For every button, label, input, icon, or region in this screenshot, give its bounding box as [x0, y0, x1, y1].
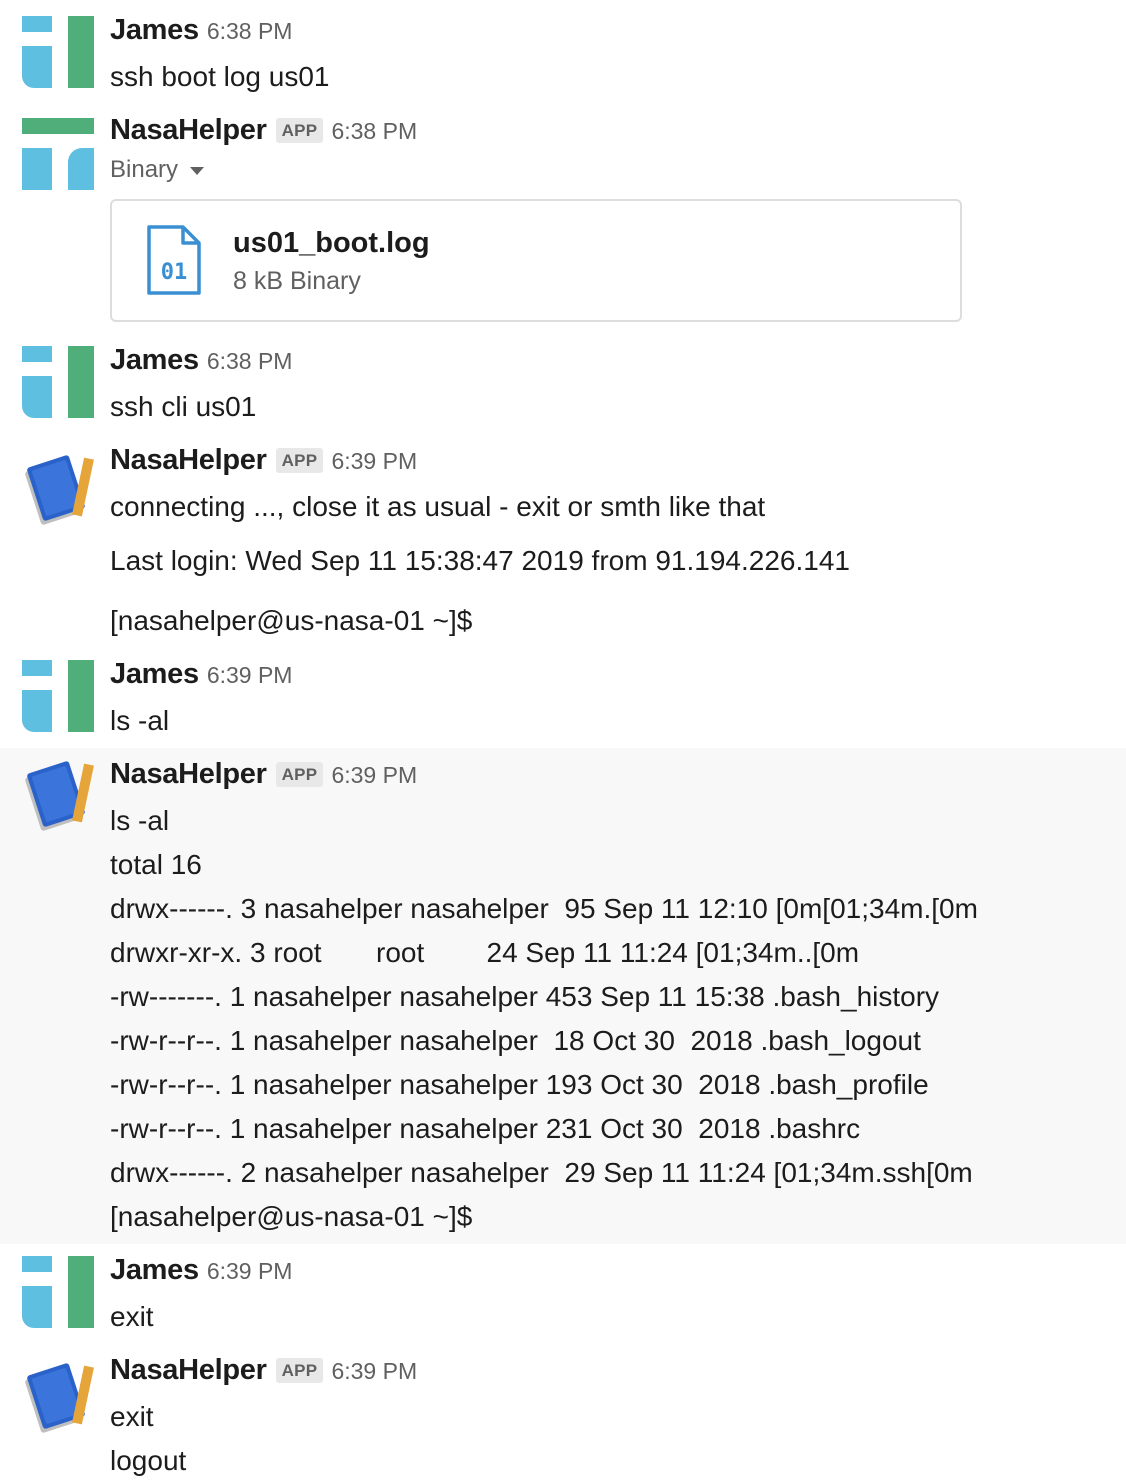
timestamp[interactable]: 6:38 PM: [331, 118, 417, 145]
file-type-label: Binary: [110, 156, 179, 183]
terminal-line: ls -al: [110, 805, 170, 836]
author-name[interactable]: NasaHelper: [110, 758, 267, 791]
binary-file-icon: 01: [147, 225, 201, 295]
timestamp[interactable]: 6:38 PM: [207, 348, 293, 375]
author-name[interactable]: James: [110, 658, 199, 691]
file-meta: 8 kB Binary: [233, 267, 361, 295]
message-james-3: James 6:39 PM ls -al: [0, 644, 1126, 748]
author-name[interactable]: NasaHelper: [110, 114, 267, 147]
author-name[interactable]: James: [110, 1254, 199, 1287]
nasahelper-avatar-icon[interactable]: [22, 118, 94, 190]
message-nasahelper-ls: NasaHelper APP 6:39 PM ls -al total 16 d…: [0, 748, 1126, 1244]
terminal-line: logout: [110, 1445, 187, 1476]
timestamp[interactable]: 6:39 PM: [331, 1358, 417, 1385]
terminal-line: drwx------. 3 nasahelper nasahelper 95 S…: [110, 893, 978, 924]
james-avatar-icon[interactable]: [22, 16, 94, 88]
timestamp[interactable]: 6:39 PM: [331, 762, 417, 789]
james-avatar-icon[interactable]: [22, 1256, 94, 1328]
message-nasahelper-connect: NasaHelper APP 6:39 PM connecting ..., c…: [0, 430, 1126, 648]
timestamp[interactable]: 6:39 PM: [207, 662, 293, 689]
message-text: connecting ..., close it as usual - exit…: [110, 491, 766, 522]
svg-text:01: 01: [161, 260, 188, 285]
james-avatar-icon[interactable]: [22, 660, 94, 732]
app-badge: APP: [275, 1358, 324, 1383]
message-text: [nasahelper@us-nasa-01 ~]$: [110, 605, 473, 636]
terminal-line: exit: [110, 1401, 154, 1432]
file-type-toggle[interactable]: Binary: [110, 156, 205, 184]
timestamp[interactable]: 6:39 PM: [331, 448, 417, 475]
author-name[interactable]: James: [110, 14, 199, 47]
message-james-2: James 6:38 PM ssh cli us01: [0, 330, 1126, 430]
terminal-line: drwx------. 2 nasahelper nasahelper 29 S…: [110, 1157, 973, 1188]
terminal-line: -rw-r--r--. 1 nasahelper nasahelper 193 …: [110, 1069, 929, 1100]
message-nasahelper-exit: NasaHelper APP 6:39 PM exit logout: [0, 1340, 1126, 1482]
message-text: ls -al: [110, 705, 170, 736]
notebook-avatar-icon[interactable]: [22, 760, 94, 832]
terminal-line: total 16: [110, 849, 202, 880]
file-name[interactable]: us01_boot.log: [233, 227, 430, 260]
terminal-line: -rw-r--r--. 1 nasahelper nasahelper 18 O…: [110, 1025, 921, 1056]
timestamp[interactable]: 6:38 PM: [207, 18, 293, 45]
caret-down-icon: [190, 167, 205, 175]
author-name[interactable]: NasaHelper: [110, 1354, 267, 1387]
notebook-avatar-icon[interactable]: [22, 454, 94, 526]
app-badge: APP: [275, 118, 324, 143]
author-name[interactable]: NasaHelper: [110, 444, 267, 477]
message-text: Last login: Wed Sep 11 15:38:47 2019 fro…: [110, 545, 850, 576]
notebook-avatar-icon[interactable]: [22, 1362, 94, 1434]
james-avatar-icon[interactable]: [22, 346, 94, 418]
terminal-line: [nasahelper@us-nasa-01 ~]$: [110, 1201, 473, 1232]
message-james-4: James 6:39 PM exit: [0, 1240, 1126, 1340]
timestamp[interactable]: 6:39 PM: [207, 1258, 293, 1285]
terminal-line: -rw-r--r--. 1 nasahelper nasahelper 231 …: [110, 1113, 861, 1144]
message-text: exit: [110, 1301, 154, 1332]
app-badge: APP: [275, 762, 324, 787]
terminal-line: -rw-------. 1 nasahelper nasahelper 453 …: [110, 981, 940, 1012]
file-attachment-card[interactable]: 01 us01_boot.log 8 kB Binary: [110, 199, 962, 322]
terminal-line: drwxr-xr-x. 3 root root 24 Sep 11 11:24 …: [110, 937, 860, 968]
author-name[interactable]: James: [110, 344, 199, 377]
message-text: ssh cli us01: [110, 391, 257, 422]
app-badge: APP: [275, 448, 324, 473]
message-text: ssh boot log us01: [110, 61, 330, 92]
message-james-1: James 6:38 PM ssh boot log us01: [0, 0, 1126, 100]
